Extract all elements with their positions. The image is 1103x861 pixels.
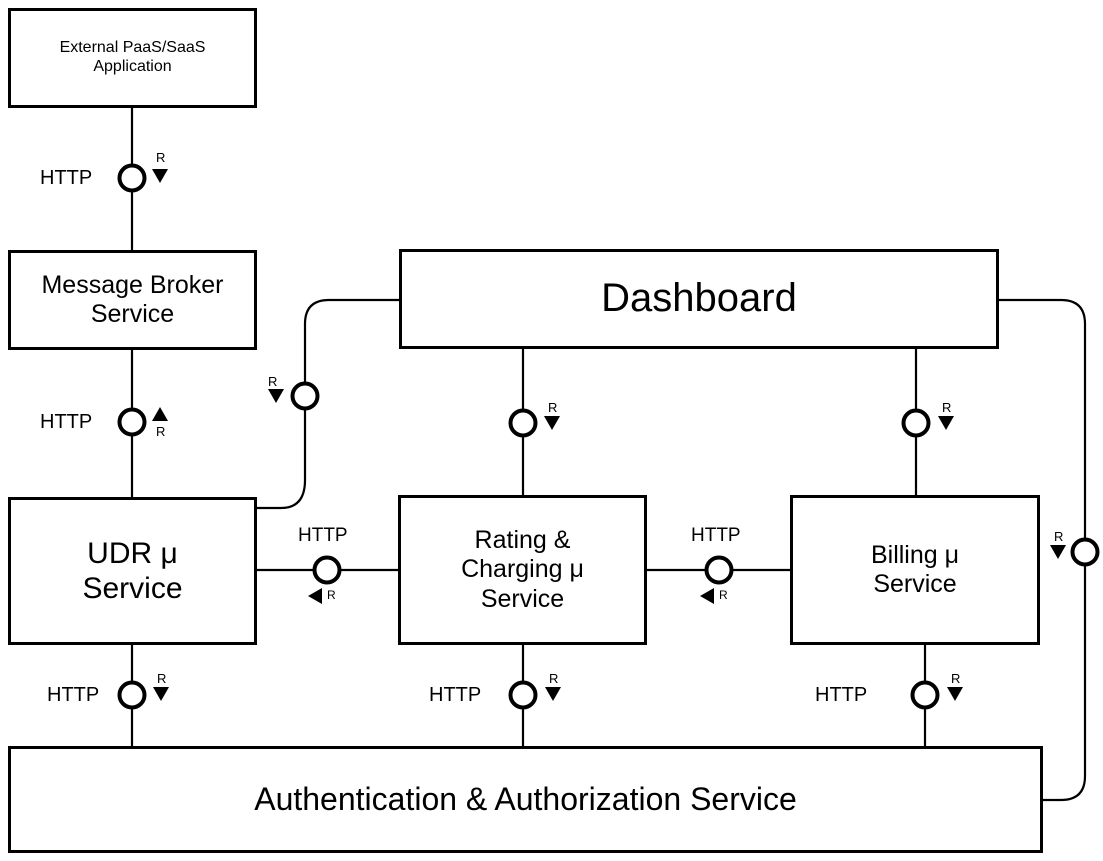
edge-role-label-rating-auth: R bbox=[549, 671, 559, 686]
node-authentication-authorization-service[interactable]: Authentication & Authorization Service bbox=[8, 746, 1043, 853]
diagram-connector-layer bbox=[117, 108, 1100, 802]
port-circle-dashboard-billing bbox=[901, 408, 931, 438]
edge-role-label-dashboard-auth: R bbox=[1054, 529, 1064, 544]
node-billing-micro-service[interactable]: Billing μ Service bbox=[790, 495, 1040, 645]
node-external-paas-saas-application[interactable]: External PaaS/SaaS Application bbox=[8, 8, 257, 108]
arrow-down-dashboard-rating bbox=[544, 416, 560, 430]
edge-protocol-label-billing-auth: HTTP bbox=[815, 684, 868, 706]
node-label: Message Broker Service bbox=[41, 270, 224, 329]
edge-role-label-external-broker: R bbox=[156, 150, 166, 165]
arrow-down-dashboard-udr bbox=[268, 389, 284, 403]
edge-protocol-label-rating-billing: HTTP bbox=[691, 525, 741, 546]
edge-protocol-label-broker-udr: HTTP bbox=[40, 411, 93, 433]
port-circle-rating-billing bbox=[704, 555, 734, 585]
arrow-down-dashboard-billing bbox=[938, 416, 954, 430]
edge-role-label-dashboard-rating: R bbox=[548, 400, 558, 415]
port-circle-udr-auth bbox=[117, 680, 147, 710]
node-label: Authentication & Authorization Service bbox=[254, 780, 797, 817]
port-circle-udr-rating bbox=[312, 555, 342, 585]
node-dashboard[interactable]: Dashboard bbox=[399, 249, 999, 349]
port-circle-dashboard-rating bbox=[508, 408, 538, 438]
edge-role-label-rating-billing: R bbox=[719, 588, 728, 602]
port-circle-dashboard-udr bbox=[290, 381, 320, 411]
port-circle-billing-auth bbox=[910, 680, 940, 710]
edge-role-label-billing-auth: R bbox=[951, 671, 961, 686]
port-circle-rating-auth bbox=[508, 680, 538, 710]
node-rating-and-charging-micro-service[interactable]: Rating & Charging μ Service bbox=[398, 495, 647, 645]
port-circle-external-broker bbox=[117, 163, 147, 193]
port-circle-dashboard-auth bbox=[1070, 537, 1100, 567]
arrow-down-external-broker bbox=[152, 169, 168, 183]
arrow-down-billing-auth bbox=[947, 687, 963, 701]
edge-dashboard-udr bbox=[257, 298, 399, 510]
node-message-broker-service[interactable]: Message Broker Service bbox=[8, 250, 257, 350]
edge-protocol-label-external-broker: HTTP bbox=[40, 167, 93, 189]
edge-protocol-label-udr-auth: HTTP bbox=[47, 684, 100, 706]
edge-role-label-udr-rating: R bbox=[327, 588, 336, 602]
architecture-diagram: External PaaS/SaaS Application Message B… bbox=[0, 0, 1103, 861]
arrow-up-broker-udr bbox=[152, 407, 168, 421]
edge-role-label-dashboard-udr: R bbox=[268, 374, 278, 389]
node-label: External PaaS/SaaS Application bbox=[59, 39, 206, 75]
port-circle-broker-udr bbox=[117, 407, 147, 437]
node-label: Rating & Charging μ Service bbox=[461, 525, 584, 613]
arrow-down-dashboard-auth bbox=[1050, 545, 1066, 559]
edge-protocol-label-udr-rating: HTTP bbox=[298, 525, 348, 546]
edge-protocol-label-rating-auth: HTTP bbox=[429, 684, 482, 706]
node-label: Billing μ Service bbox=[870, 540, 960, 599]
arrow-down-rating-auth bbox=[545, 687, 561, 701]
edge-role-label-broker-udr: R bbox=[156, 424, 166, 439]
node-label: UDR μ Service bbox=[82, 536, 183, 605]
arrow-left-rating-billing bbox=[700, 588, 714, 604]
node-udr-micro-service[interactable]: UDR μ Service bbox=[8, 497, 257, 645]
edge-role-label-dashboard-billing: R bbox=[942, 400, 952, 415]
arrow-left-udr-rating bbox=[308, 588, 322, 604]
edge-role-label-udr-auth: R bbox=[157, 671, 167, 686]
node-label: Dashboard bbox=[601, 276, 797, 321]
arrow-down-udr-auth bbox=[153, 687, 169, 701]
